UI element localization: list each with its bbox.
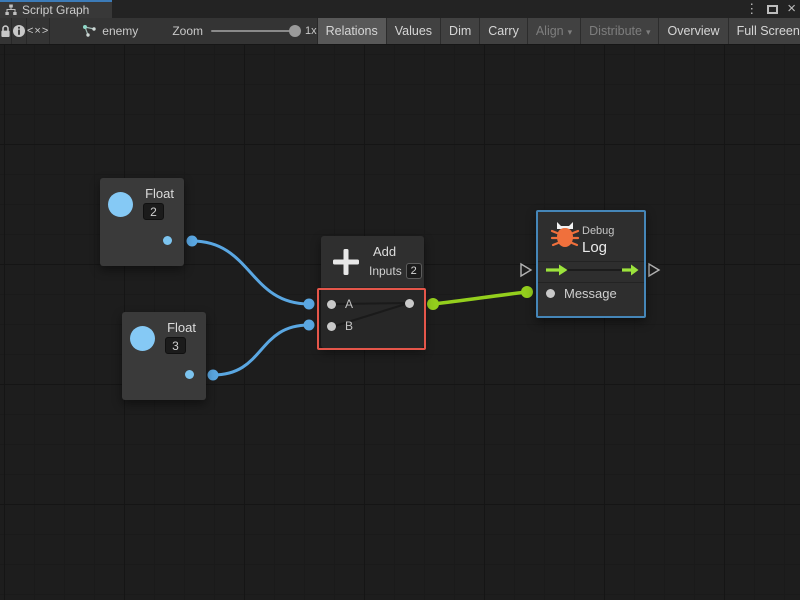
relations-button[interactable]: Relations: [318, 18, 387, 44]
lock-icon: [0, 25, 11, 38]
zoom-label: Zoom: [172, 24, 203, 38]
message-input-port[interactable]: [546, 289, 555, 298]
maximize-icon[interactable]: [767, 5, 778, 14]
info-button[interactable]: [12, 18, 27, 44]
toolbar-buttons: Relations Values Dim Carry Align ▾ Distr…: [317, 18, 800, 44]
divider: [538, 282, 644, 283]
carry-button[interactable]: Carry: [480, 18, 528, 44]
flow-output-port-triangle[interactable]: [649, 264, 659, 276]
tab-label: Script Graph: [22, 3, 89, 17]
wire-endpoint[interactable]: [208, 370, 219, 381]
chevron-down-icon: ▾: [646, 27, 651, 38]
port-a-label: A: [345, 297, 353, 311]
flow-input-port-triangle[interactable]: [521, 264, 531, 276]
flow-in-arrow-icon[interactable]: [546, 264, 568, 276]
tab-bar: Script Graph ⋮ ×: [0, 0, 800, 18]
zoom-control: Zoom 1x: [172, 18, 316, 44]
add-input-port-b[interactable]: [327, 322, 336, 331]
chevron-down-icon: ▾: [568, 27, 573, 38]
menu-icon[interactable]: ⋮: [745, 0, 758, 18]
info-icon: [12, 24, 26, 38]
add-node[interactable]: Add Inputs 2 A B: [321, 236, 424, 348]
distribute-dropdown[interactable]: Distribute ▾: [581, 18, 659, 44]
wire-endpoint[interactable]: [304, 320, 315, 331]
wire-float2-to-add-a[interactable]: [192, 241, 309, 304]
divider: [538, 261, 644, 262]
zoom-value: 1x: [305, 25, 317, 37]
float-output-port[interactable]: [185, 370, 194, 379]
close-icon[interactable]: ×: [787, 0, 796, 18]
script-graph-icon: [5, 4, 17, 16]
wire-endpoint[interactable]: [427, 298, 439, 310]
graph-name-label: enemy: [102, 24, 138, 38]
overview-button[interactable]: Overview: [659, 18, 728, 44]
node-title: Log: [582, 239, 607, 256]
node-category: Debug: [582, 225, 614, 237]
wire-endpoint[interactable]: [521, 286, 533, 298]
values-button[interactable]: Values: [387, 18, 441, 44]
graph-toolbar: <×> enemy Zoom 1x Relations Values D: [0, 18, 800, 45]
message-port-label: Message: [564, 286, 617, 301]
dim-button[interactable]: Dim: [441, 18, 480, 44]
zoom-slider-handle[interactable]: [289, 25, 301, 37]
graph-canvas[interactable]: Float 2 Float 3 Add Inputs 2: [0, 45, 800, 600]
align-dropdown[interactable]: Align ▾: [528, 18, 581, 44]
debug-log-node[interactable]: Debug Log Message: [536, 210, 646, 318]
float-output-port[interactable]: [163, 236, 172, 245]
port-b-label: B: [345, 319, 353, 333]
window-controls: ⋮ ×: [745, 0, 796, 18]
node-title: Float: [167, 320, 196, 335]
wire-endpoint[interactable]: [187, 236, 198, 247]
graph-asset-icon: [82, 24, 97, 38]
float-value-icon: [108, 192, 133, 217]
wire-endpoint[interactable]: [304, 299, 315, 310]
lock-button[interactable]: [0, 18, 12, 44]
float-value-field[interactable]: 2: [143, 203, 164, 220]
graph-reference[interactable]: enemy: [82, 18, 138, 44]
wire-add-to-log-message[interactable]: [433, 292, 527, 304]
full-screen-button[interactable]: Full Screen: [729, 18, 800, 44]
wire-float3-to-add-b[interactable]: [213, 325, 309, 375]
add-output-port[interactable]: [405, 299, 414, 308]
code-view-button[interactable]: <×>: [27, 18, 50, 44]
zoom-slider[interactable]: [211, 30, 297, 32]
internal-relations: [321, 236, 424, 348]
tab-script-graph[interactable]: Script Graph: [0, 0, 112, 18]
flow-out-arrow-icon[interactable]: [622, 264, 639, 276]
float-node-3[interactable]: Float 3: [122, 312, 206, 400]
float-node-2[interactable]: Float 2: [100, 178, 184, 266]
add-input-port-a[interactable]: [327, 300, 336, 309]
script-graph-window: Script Graph ⋮ × <×>: [0, 0, 800, 600]
float-value-field[interactable]: 3: [165, 337, 186, 354]
float-value-icon: [130, 326, 155, 351]
bug-icon: [549, 219, 581, 251]
node-title: Float: [145, 186, 174, 201]
